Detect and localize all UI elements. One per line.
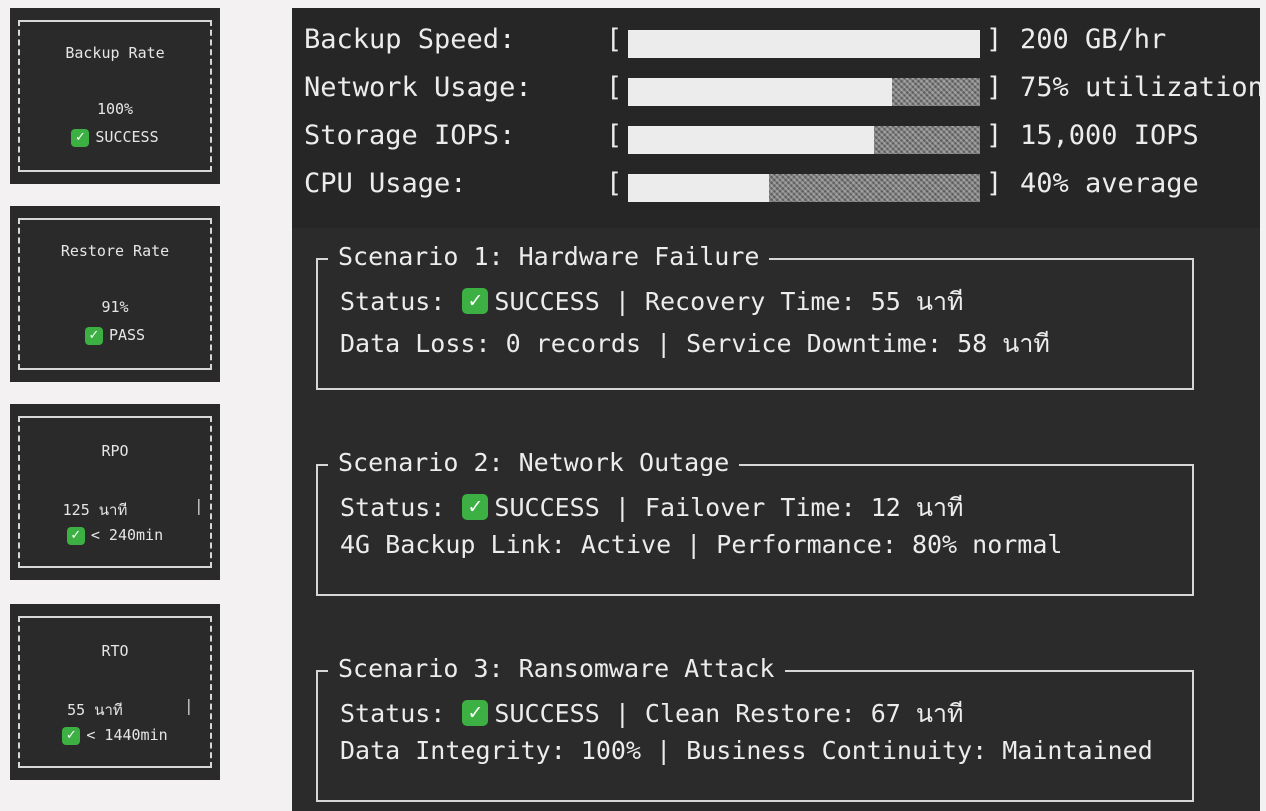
scenario-title: Scenario 3: Ransomware Attack (328, 654, 785, 683)
progress-fill (628, 78, 892, 106)
progress-bar (628, 78, 980, 106)
metric-card-rto: RTO 55 นาที | ✓ < 1440min (10, 604, 220, 780)
status-text: SUCCESS | Clean Restore: 67 นาที (494, 699, 964, 728)
progress-fill (628, 30, 980, 58)
card-status: ✓ < 1440min (10, 726, 220, 745)
scenario-box-network-outage: Scenario 2: Network Outage Status: ✓ SUCC… (314, 440, 1194, 596)
scenario-status-line: Status: ✓ SUCCESS | Failover Time: 12 นาท… (340, 488, 963, 528)
scenario-status-line: Status: ✓ SUCCESS | Clean Restore: 67 นาท… (340, 694, 963, 734)
scenario-box-hardware-failure: Scenario 1: Hardware Failure Status: ✓ SU… (314, 234, 1194, 390)
bracket-close: ] (986, 168, 1003, 199)
scenario-status-line: Status: ✓ SUCCESS | Recovery Time: 55 นาท… (340, 282, 963, 322)
card-frame (18, 616, 212, 768)
check-icon: ✓ (462, 494, 489, 520)
status-text: SUCCESS | Failover Time: 12 นาที (494, 493, 964, 522)
scenario-title: Scenario 2: Network Outage (328, 448, 740, 477)
resource-label: Backup Speed: (304, 24, 516, 55)
card-status: ✓ PASS (10, 326, 220, 345)
progress-bar (628, 126, 980, 154)
card-status: ✓ < 240min (10, 526, 220, 545)
bracket-open: [ (606, 72, 623, 103)
card-status-text: < 240min (90, 526, 164, 544)
card-status-text: SUCCESS (95, 128, 159, 146)
card-frame (18, 218, 212, 370)
resource-value: 40% average (1020, 168, 1199, 199)
status-prefix: Status: (340, 699, 446, 728)
scenario-title: Scenario 1: Hardware Failure (328, 242, 770, 271)
bracket-close: ] (986, 72, 1003, 103)
status-prefix: Status: (340, 287, 446, 316)
status-text: SUCCESS | Recovery Time: 55 นาที (494, 287, 964, 316)
check-icon: ✓ (462, 288, 489, 314)
scenario-box-ransomware-attack: Scenario 3: Ransomware Attack Status: ✓ S… (314, 646, 1194, 802)
card-title: RPO (101, 442, 129, 460)
card-title: RTO (101, 642, 129, 660)
card-title: Restore Rate (60, 242, 170, 260)
bracket-open: [ (606, 24, 623, 55)
resource-value: 200 GB/hr (1020, 24, 1167, 55)
card-title: Backup Rate (65, 44, 165, 62)
card-frame (18, 416, 212, 568)
card-frame (18, 20, 212, 172)
resource-label: CPU Usage: (304, 168, 467, 199)
bracket-close: ] (986, 24, 1003, 55)
scenario-detail-line: Data Integrity: 100% | Business Continui… (340, 736, 1153, 765)
resource-label: Network Usage: (304, 72, 532, 103)
card-value: 100% (96, 100, 134, 118)
card-status: ✓ SUCCESS (10, 128, 220, 147)
progress-bar (628, 174, 980, 202)
check-icon: ✓ (462, 700, 489, 726)
card-value: 125 นาที (62, 501, 128, 519)
metric-card-rpo: RPO 125 นาที | ✓ < 240min (10, 404, 220, 580)
progress-fill (628, 126, 875, 154)
check-icon: ✓ (71, 128, 90, 147)
scenario-detail-line: 4G Backup Link: Active | Performance: 80… (340, 530, 1063, 559)
card-status-text: PASS (108, 326, 146, 344)
bracket-close: ] (986, 120, 1003, 151)
card-value: 91% (101, 298, 129, 316)
scenario-detail-line: Data Loss: 0 records | Service Downtime:… (340, 329, 1050, 358)
card-status-text: < 1440min (86, 726, 168, 744)
progress-fill (628, 174, 769, 202)
status-prefix: Status: (340, 493, 446, 522)
resource-usage-panel: Backup Speed: [ ] 200 GB/hr Network Usag… (292, 8, 1264, 228)
frame-pipe: | (184, 696, 194, 715)
resource-label: Storage IOPS: (304, 120, 516, 151)
check-icon: ✓ (62, 726, 81, 745)
metric-card-restore-rate: Restore Rate 91% ✓ PASS (10, 206, 220, 382)
check-icon: ✓ (66, 526, 85, 545)
terminal-window: Backup Speed: [ ] 200 GB/hr Network Usag… (292, 8, 1264, 811)
progress-bar (628, 30, 980, 58)
bracket-open: [ (606, 120, 623, 151)
metric-card-backup-rate: Backup Rate 100% ✓ SUCCESS (10, 8, 220, 184)
frame-pipe: | (194, 496, 204, 515)
resource-value: 15,000 IOPS (1020, 120, 1199, 151)
bracket-open: [ (606, 168, 623, 199)
resource-value: 75% utilization (1020, 72, 1264, 103)
check-icon: ✓ (84, 326, 103, 345)
